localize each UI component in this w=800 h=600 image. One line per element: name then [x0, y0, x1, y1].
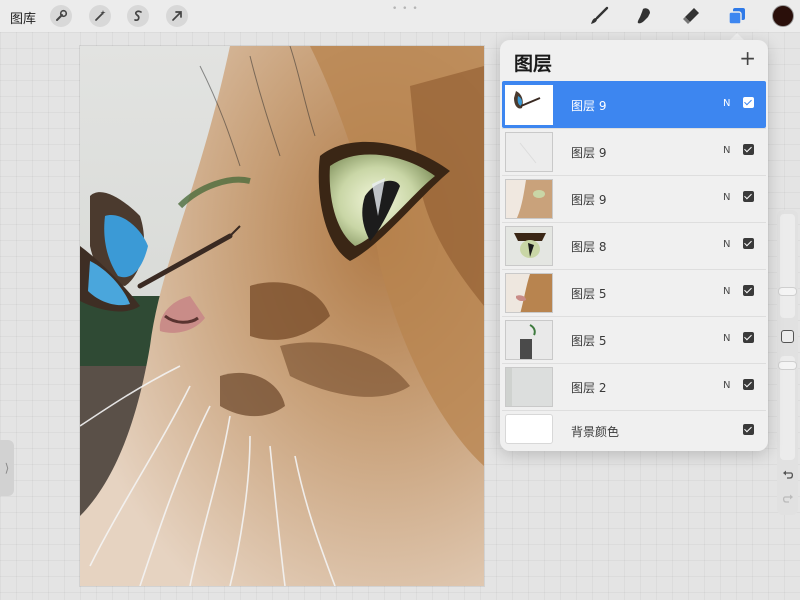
blend-mode[interactable]: N [723, 192, 730, 203]
layer-thumbnail [505, 367, 553, 407]
modify-button[interactable] [781, 330, 794, 343]
panel-title: 图层 [514, 53, 553, 75]
layer-row[interactable]: 图层 5 N [502, 269, 766, 316]
layer-name: 图层 5 [571, 287, 607, 301]
wrench-icon[interactable] [50, 5, 72, 27]
layer-thumbnail [505, 226, 553, 266]
visibility-checkbox[interactable] [743, 285, 754, 296]
layer-name: 图层 9 [571, 193, 607, 207]
layer-name: 图层 9 [571, 146, 607, 160]
side-panel-toggle[interactable]: ⟩ [0, 440, 14, 496]
layer-row[interactable]: 图层 9 N [502, 81, 766, 128]
visibility-checkbox[interactable] [743, 379, 754, 390]
blend-mode[interactable]: N [723, 239, 730, 250]
layer-name: 图层 5 [571, 334, 607, 348]
layer-thumbnail [505, 132, 553, 172]
layer-row[interactable]: 图层 9 N [502, 128, 766, 175]
blend-mode[interactable]: N [723, 145, 730, 156]
background-color-row[interactable]: 背景颜色 [502, 410, 766, 448]
layer-row[interactable]: 图层 5 N [502, 316, 766, 363]
layers-icon[interactable] [724, 4, 750, 28]
opacity-slider[interactable] [780, 356, 795, 460]
visibility-checkbox[interactable] [743, 97, 754, 108]
layer-name: 图层 8 [571, 240, 607, 254]
blend-mode[interactable]: N [723, 98, 730, 109]
layers-panel: 图层 + 图层 9 N 图层 9 N 图层 9 N 图层 8 N 图层 5 N … [500, 40, 768, 451]
layer-row[interactable]: 图层 8 N [502, 222, 766, 269]
top-toolbar: 图库 • • • [0, 0, 800, 32]
cat-artwork [80, 46, 484, 586]
layer-thumbnail [505, 179, 553, 219]
opacity-handle[interactable] [779, 362, 796, 369]
brush-icon[interactable] [586, 4, 612, 28]
visibility-checkbox[interactable] [743, 424, 754, 435]
selection-icon[interactable] [127, 5, 149, 27]
layer-name: 图层 9 [571, 99, 607, 113]
layer-name: 图层 2 [571, 381, 607, 395]
layer-thumbnail [505, 273, 553, 313]
layer-row[interactable]: 图层 9 N [502, 175, 766, 222]
undo-icon[interactable] [779, 466, 797, 482]
layer-thumbnail [505, 85, 553, 125]
visibility-checkbox[interactable] [743, 238, 754, 249]
blend-mode[interactable]: N [723, 333, 730, 344]
layer-thumbnail [505, 320, 553, 360]
chevron-right-icon: ⟩ [4, 461, 10, 475]
smudge-icon[interactable] [632, 4, 658, 28]
brush-size-handle[interactable] [779, 288, 796, 295]
color-picker-button[interactable] [772, 5, 794, 27]
transform-arrow-icon[interactable] [166, 5, 188, 27]
layer-name: 背景颜色 [571, 425, 620, 439]
visibility-checkbox[interactable] [743, 144, 754, 155]
drag-handle[interactable]: • • • [392, 4, 419, 14]
blend-mode[interactable]: N [723, 286, 730, 297]
redo-icon[interactable] [779, 490, 797, 506]
add-layer-button[interactable]: + [739, 48, 756, 68]
visibility-checkbox[interactable] [743, 332, 754, 343]
brush-size-slider[interactable] [780, 214, 795, 318]
drawing-canvas[interactable] [80, 46, 484, 586]
eraser-icon[interactable] [678, 4, 704, 28]
layer-row[interactable]: 图层 2 N [502, 363, 766, 410]
background-color-swatch[interactable] [505, 414, 553, 444]
gallery-button[interactable]: 图库 [10, 8, 36, 27]
visibility-checkbox[interactable] [743, 191, 754, 202]
magic-wand-icon[interactable] [89, 5, 111, 27]
blend-mode[interactable]: N [723, 380, 730, 391]
